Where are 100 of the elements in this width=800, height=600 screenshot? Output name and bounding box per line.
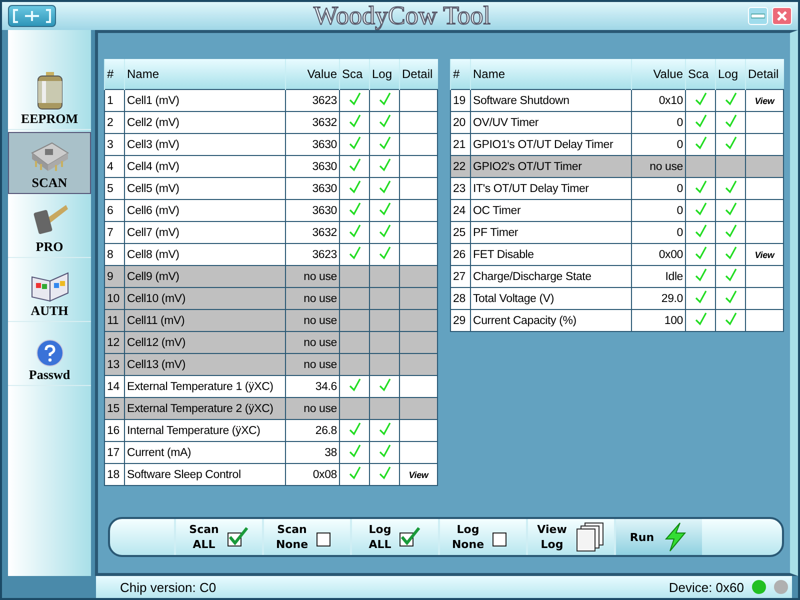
table-cell: no use <box>286 266 340 288</box>
table-cell: Cell6 (mV) <box>124 200 286 222</box>
column-header[interactable]: Sca <box>686 59 716 90</box>
column-header[interactable]: Detail <box>400 59 438 90</box>
toolbar-button[interactable]: Run <box>614 519 702 555</box>
row-number: 23 <box>450 178 470 200</box>
window-title: WoodyCow Tool <box>312 2 492 30</box>
column-header[interactable]: Log <box>716 59 746 90</box>
column-header[interactable]: Name <box>124 59 286 90</box>
row-number: 15 <box>104 398 124 420</box>
column-header[interactable]: Value <box>286 59 340 90</box>
documents-icon <box>574 522 605 552</box>
table-cell: Cell12 (mV) <box>124 332 286 354</box>
table-cell: External Temperature 2 (ÿXC) <box>124 398 286 420</box>
row-number: 11 <box>104 310 124 332</box>
table-cell: FET Disable <box>470 244 632 266</box>
row-number: 6 <box>104 200 124 222</box>
sidebar-item[interactable]: PRO <box>8 196 91 258</box>
table-cell: 3630 <box>286 200 340 222</box>
column-header[interactable]: Value <box>632 59 686 90</box>
row-number: 27 <box>450 266 470 288</box>
table-cell: Cell11 (mV) <box>124 310 286 332</box>
toolbar-button[interactable]: Scan ALL <box>174 519 262 555</box>
row-number: 25 <box>450 222 470 244</box>
table-cell: Software Shutdown <box>470 90 632 112</box>
table-cell: Current Capacity (%) <box>470 310 632 332</box>
row-number: 9 <box>104 266 124 288</box>
minimize-icon <box>751 13 765 19</box>
row-number: 18 <box>104 464 124 486</box>
table-cell: 3630 <box>286 178 340 200</box>
column-header[interactable]: # <box>450 59 470 90</box>
row-number: 16 <box>104 420 124 442</box>
table-cell: no use <box>286 332 340 354</box>
table-cell: Cell7 (mV) <box>124 222 286 244</box>
table-cell: no use <box>286 354 340 376</box>
table-cell: 0 <box>632 112 686 134</box>
toolbar-button[interactable]: Scan None <box>262 519 350 555</box>
column-header[interactable]: # <box>104 59 124 90</box>
row-number: 26 <box>450 244 470 266</box>
table-cell: no use <box>286 288 340 310</box>
table-cell: OV/UV Timer <box>470 112 632 134</box>
table-cell: Cell2 (mV) <box>124 112 286 134</box>
row-number: 28 <box>450 288 470 310</box>
table-cell: Cell1 (mV) <box>124 90 286 112</box>
table-cell: no use <box>286 398 340 420</box>
sidebar-item[interactable]: EEPROM <box>8 68 91 130</box>
table-cell: 3632 <box>286 112 340 134</box>
column-header[interactable]: Log <box>370 59 400 90</box>
table-cell: Charge/Discharge State <box>470 266 632 288</box>
toolbar-button[interactable]: View Log <box>526 519 614 555</box>
table-cell: Total Voltage (V) <box>470 288 632 310</box>
table-cell: Idle <box>632 266 686 288</box>
close-button[interactable] <box>772 7 792 25</box>
table-cell: 0 <box>632 200 686 222</box>
table-cell: Cell3 (mV) <box>124 134 286 156</box>
table-cell: no use <box>286 310 340 332</box>
table-cell: Cell13 (mV) <box>124 354 286 376</box>
book-icon <box>30 271 70 303</box>
table-cell: 3630 <box>286 156 340 178</box>
sidebar-item[interactable]: Passwd <box>8 324 91 386</box>
table-cell: Internal Temperature (ÿXC) <box>124 420 286 442</box>
column-header[interactable]: Sca <box>340 59 370 90</box>
help-icon <box>36 339 64 367</box>
table-cell: 100 <box>632 310 686 332</box>
plus-bracket-icon <box>12 8 52 24</box>
table-cell: 3630 <box>286 134 340 156</box>
column-header[interactable]: Detail <box>746 59 784 90</box>
table-cell: 3623 <box>286 90 340 112</box>
checkbox[interactable] <box>399 527 422 547</box>
table-cell: IT's OT/UT Delay Timer <box>470 178 632 200</box>
chip-version-text: Chip version: C0 <box>120 580 216 594</box>
table-cell: Cell9 (mV) <box>124 266 286 288</box>
toolbar-button[interactable]: Log ALL <box>350 519 438 555</box>
table-cell: 0x00 <box>632 244 686 266</box>
row-number: 19 <box>450 90 470 112</box>
sidebar-item[interactable]: SCAN <box>8 132 91 194</box>
row-number: 5 <box>104 178 124 200</box>
row-number: 1 <box>104 90 124 112</box>
toolbar-button[interactable]: Log None <box>438 519 526 555</box>
device-text: Device: 0x60 <box>668 580 744 594</box>
row-number: 22 <box>450 156 470 178</box>
table-cell: OC Timer <box>470 200 632 222</box>
checkbox[interactable] <box>226 527 249 547</box>
column-header[interactable]: Name <box>470 59 632 90</box>
lightning-icon <box>662 522 688 552</box>
table-cell: GPIO2's OT/UT Timer <box>470 156 632 178</box>
table-cell: 0x10 <box>632 90 686 112</box>
table-cell: PF Timer <box>470 222 632 244</box>
minimize-button[interactable] <box>748 7 768 25</box>
table-cell: Software Sleep Control <box>124 464 286 486</box>
row-number: 24 <box>450 200 470 222</box>
row-number: 3 <box>104 134 124 156</box>
table-cell: Current (mA) <box>124 442 286 464</box>
row-number: 12 <box>104 332 124 354</box>
table-cell: Cell4 (mV) <box>124 156 286 178</box>
sidebar-item[interactable]: AUTH <box>8 260 91 322</box>
table-cell: 29.0 <box>632 288 686 310</box>
app-menu-button[interactable] <box>8 5 56 27</box>
table-cell: Cell5 (mV) <box>124 178 286 200</box>
table-cell: 38 <box>286 442 340 464</box>
